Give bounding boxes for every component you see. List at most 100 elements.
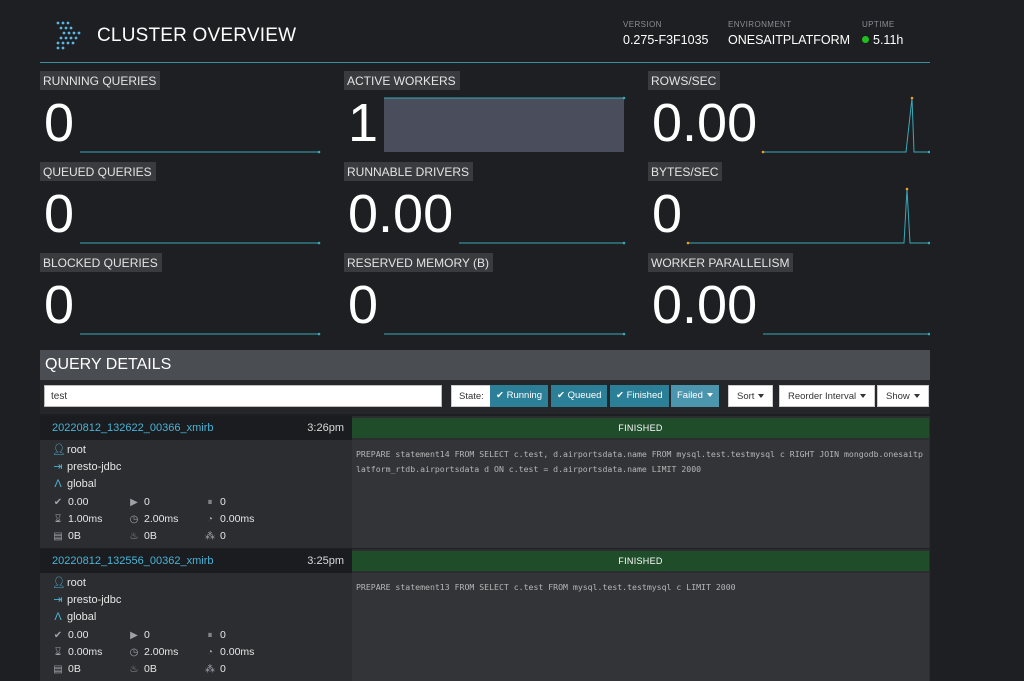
query-sql-text: PREPARE statement13 FROM SELECT c.test F… [352, 573, 929, 681]
filter-finished-button[interactable]: ✔ Finished [610, 385, 669, 407]
filter-queued-button[interactable]: ✔ Queued [551, 385, 608, 407]
show-label: Show [886, 391, 910, 402]
state-filter-label: State: [451, 385, 492, 407]
metric-bytes-per-sec: BYTES/SEC 0 [648, 162, 930, 246]
status-dot-icon [862, 36, 869, 44]
metric-value: 0.00 [348, 184, 454, 244]
caret-down-icon [860, 394, 867, 399]
peak-memory-value: 0B [144, 663, 157, 675]
running-splits: ▶ 0 [128, 628, 150, 643]
metric-value: 0 [44, 184, 75, 244]
query-time: 3:26pm [307, 422, 344, 434]
cpu-time-value: 2.00ms [144, 513, 179, 525]
completed-splits-value: 0.00 [68, 629, 89, 641]
play-icon: ▶ [130, 497, 138, 508]
query-source-value: presto-jdbc [67, 461, 122, 473]
metric-value: 1 [348, 93, 379, 153]
metric-blocked-queries: BLOCKED QUERIES 0 [40, 253, 322, 337]
metric-value: 0.00 [652, 275, 758, 335]
reorder-interval-dropdown[interactable]: Reorder Interval [779, 385, 876, 407]
completed-splits: ✔ 0.00 [52, 628, 89, 643]
query-header: 20220812_132622_00366_xmirb 3:26pm [40, 416, 352, 440]
query-id-link[interactable]: 20220812_132622_00366_xmirb [52, 422, 213, 434]
check-icon: ✔ [496, 390, 504, 401]
memory-value: 0B [68, 663, 81, 675]
metric-running-queries: RUNNING QUERIES 0 [40, 71, 322, 155]
memory: ▤ 0B [52, 529, 81, 544]
sort-label: Sort [737, 391, 755, 402]
filter-failed-dropdown[interactable]: Failed [671, 385, 719, 407]
query-resource-group: Ʌglobal [52, 477, 96, 492]
query-sql-text: PREPARE statement14 FROM SELECT c.test, … [352, 440, 929, 548]
cpu-time: ◷ 2.00ms [128, 645, 179, 660]
query-time: 3:25pm [307, 555, 344, 567]
elapsed-time: ◔ 0.00ms [204, 645, 254, 660]
show-dropdown[interactable]: Show [877, 385, 929, 407]
filter-running-button[interactable]: ✔ Running [490, 385, 548, 407]
pause-icon: ⏸︎ [207, 497, 213, 508]
uptime-value-row: 5.11h [862, 33, 903, 47]
uptime-value: 5.11h [873, 33, 904, 47]
environment-label: ENVIRONMENT [728, 20, 792, 29]
query-item: 20220812_132556_00362_xmirb 3:25pm FINIS… [40, 549, 930, 681]
queued-splits: ⏸︎ 0 [204, 495, 226, 510]
query-info: 👤︎root ⇥ presto-jdbc Ʌglobal ✔ 0.00 ▶ 0 ⏸︎ 0… [40, 440, 352, 548]
metric-rows-per-sec: ROWS/SEC 0.00 [648, 71, 930, 155]
wall-time: ⌛︎ 0.00ms [52, 645, 103, 660]
presto-logo-icon [56, 21, 81, 50]
environment-stat: ENVIRONMENT ONESAITPLATFORM [728, 20, 850, 47]
elapsed-time: ◔ 0.00ms [204, 512, 254, 527]
play-icon: ▶ [130, 630, 138, 641]
query-id-link[interactable]: 20220812_132556_00362_xmirb [52, 555, 213, 567]
metric-active-workers: ACTIVE WORKERS 1 [344, 71, 626, 155]
version-stat: VERSION 0.275-F3F1035 [623, 20, 708, 47]
caret-down-icon [706, 393, 713, 398]
hdd-icon: ▤ [53, 664, 63, 675]
hourglass-icon: ⌛︎ [54, 514, 62, 525]
header: CLUSTER OVERVIEW VERSION 0.275-F3F1035 E… [40, 0, 930, 63]
uptime-stat: UPTIME 5.11h [862, 20, 903, 47]
check-icon: ✔ [53, 630, 63, 641]
memory-value: 0B [68, 530, 81, 542]
version-value: 0.275-F3F1035 [623, 33, 709, 47]
wall-time-value: 1.00ms [68, 513, 103, 525]
cpu-time-value: 2.00ms [144, 646, 179, 658]
check-icon: ✔ [616, 390, 624, 401]
peak-memory: ♨ 0B [128, 529, 157, 544]
query-item: 20220812_132622_00366_xmirb 3:26pm FINIS… [40, 416, 930, 548]
drivers-value: 0 [220, 530, 226, 542]
query-user-value: root [67, 444, 86, 456]
query-state-bar: FINISHED [352, 551, 929, 571]
version-label: VERSION [623, 20, 662, 29]
user-icon: 👤︎ [52, 444, 66, 456]
clock-icon: ◷ [129, 647, 139, 658]
pause-icon: ⏸︎ [207, 630, 213, 641]
peak-memory-value: 0B [144, 530, 157, 542]
completed-splits-value: 0.00 [68, 496, 89, 508]
running-splits-value: 0 [144, 496, 150, 508]
query-header: 20220812_132556_00362_xmirb 3:25pm [40, 549, 352, 573]
query-details-title: QUERY DETAILS [45, 356, 172, 373]
query-resource-group: Ʌglobal [52, 610, 96, 625]
fire-icon: ♨ [129, 664, 139, 675]
wall-time: ⌛︎ 1.00ms [52, 512, 103, 527]
peak-memory: ♨ 0B [128, 662, 157, 677]
drivers: ⁂ 0 [204, 529, 226, 544]
query-details-header: QUERY DETAILS [40, 350, 930, 380]
cluster-overview-page: CLUSTER OVERVIEW VERSION 0.275-F3F1035 E… [40, 0, 930, 681]
drivers: ⁂ 0 [204, 662, 226, 677]
elapsed-time-value: 0.00ms [220, 513, 255, 525]
metric-value: 0 [652, 184, 683, 244]
hdd-icon: ▤ [53, 531, 63, 542]
filter-label: Running [506, 390, 542, 401]
sort-dropdown[interactable]: Sort [728, 385, 774, 407]
wall-time-value: 0.00ms [68, 646, 103, 658]
memory: ▤ 0B [52, 662, 81, 677]
check-icon: ✔ [53, 497, 63, 508]
query-user: 👤︎root [52, 443, 86, 458]
query-state-bar: FINISHED [352, 418, 929, 438]
query-resource-group-value: global [67, 611, 97, 623]
query-search-input[interactable] [44, 385, 442, 407]
queued-splits-value: 0 [220, 629, 226, 641]
queued-splits: ⏸︎ 0 [204, 628, 226, 643]
